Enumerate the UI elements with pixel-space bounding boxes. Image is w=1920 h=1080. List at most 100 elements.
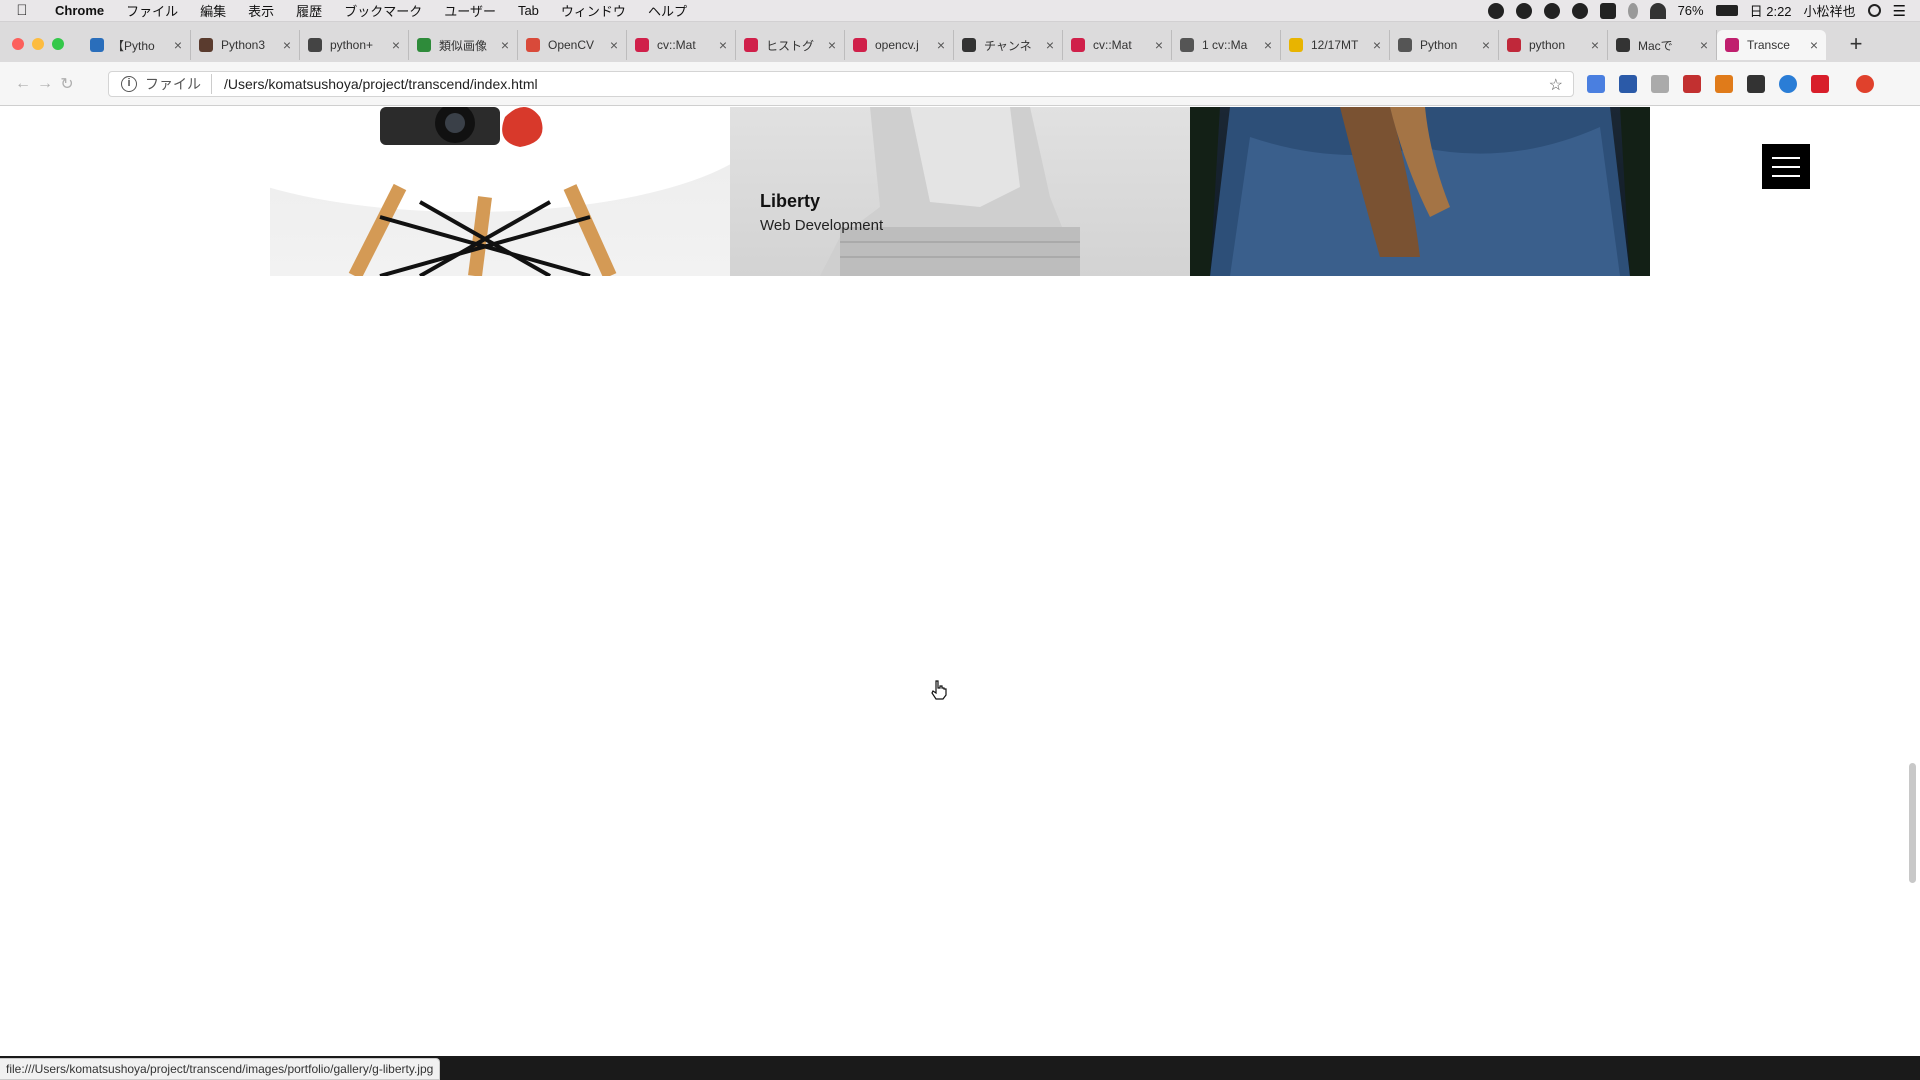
wifi-icon[interactable] (1649, 2, 1666, 19)
tab-favicon-icon (1398, 38, 1412, 52)
forward-arrow-icon[interactable]: → (34, 75, 56, 93)
browser-tab[interactable]: cv::Mat × (627, 30, 736, 60)
translate-extension-icon[interactable] (1587, 75, 1605, 93)
gallery-item-liberty[interactable]: Liberty Web Development (730, 107, 1190, 276)
reload-icon[interactable]: ↻ (56, 74, 78, 94)
new-tab-button[interactable]: + (1842, 30, 1870, 58)
profile-avatar[interactable] (1856, 75, 1874, 93)
grammarly-icon[interactable] (1515, 2, 1532, 19)
menu-history[interactable]: 履歴 (285, 1, 333, 20)
tab-close-icon[interactable]: × (1810, 37, 1818, 53)
tab-close-icon[interactable]: × (392, 37, 400, 53)
page-scrollbar[interactable] (1909, 763, 1916, 883)
tab-favicon-icon (1616, 38, 1630, 52)
tab-close-icon[interactable]: × (174, 37, 182, 53)
globe-extension-icon[interactable] (1779, 75, 1797, 93)
browser-tab[interactable]: Transce × (1717, 30, 1826, 60)
browser-tab[interactable]: 【Pytho × (82, 30, 191, 60)
hamburger-menu-button[interactable] (1762, 144, 1810, 189)
menu-app-name[interactable]: Chrome (44, 3, 115, 18)
menu-bar-line (1772, 165, 1800, 168)
tab-label: ヒストグ (766, 38, 815, 53)
menu-clock[interactable]: 日 2:22 (1750, 1, 1792, 20)
tab-close-icon[interactable]: × (283, 37, 291, 53)
browser-tab[interactable]: python+ × (300, 30, 409, 60)
apple-icon[interactable]:  (0, 2, 44, 19)
tab-label: Python (1420, 38, 1458, 52)
tab-favicon-icon (308, 38, 322, 52)
tab-label: Macで (1638, 38, 1673, 53)
gallery-item-category: Web Development (760, 217, 884, 234)
metamask-extension-icon[interactable] (1715, 75, 1733, 93)
tab-label: cv::Mat (657, 38, 696, 52)
tab-favicon-icon (526, 38, 540, 52)
menu-edit[interactable]: 編集 (189, 1, 237, 20)
notification-center-icon[interactable]: ☰ (1893, 2, 1906, 20)
tab-close-icon[interactable]: × (1700, 37, 1708, 53)
menu-view[interactable]: 表示 (237, 1, 285, 20)
menu-tab[interactable]: Tab (507, 3, 550, 18)
browser-tab[interactable]: 1 cv::Ma × (1172, 30, 1281, 60)
address-url[interactable]: /Users/komatsushoya/project/transcend/in… (224, 76, 538, 92)
menu-user-name[interactable]: 小松祥也 (1804, 1, 1856, 20)
menu-bookmarks[interactable]: ブックマーク (333, 1, 433, 20)
battery-icon[interactable] (1715, 5, 1738, 16)
browser-tab[interactable]: OpenCV × (518, 30, 627, 60)
tab-label: 【Pytho (112, 38, 155, 53)
tab-close-icon[interactable]: × (828, 37, 836, 53)
bluetooth-icon[interactable] (1627, 2, 1638, 19)
browser-tab[interactable]: チャンネ × (954, 30, 1063, 60)
tab-favicon-icon (1507, 38, 1521, 52)
tab-close-icon[interactable]: × (1591, 37, 1599, 53)
tab-close-icon[interactable]: × (1264, 37, 1272, 53)
tab-close-icon[interactable]: × (1373, 37, 1381, 53)
menu-file[interactable]: ファイル (115, 1, 189, 20)
video-extension-icon[interactable] (1811, 75, 1829, 93)
back-arrow-icon[interactable]: ← (12, 75, 34, 93)
tab-close-icon[interactable]: × (610, 37, 618, 53)
zoom-window-button[interactable] (52, 38, 64, 50)
tab-close-icon[interactable]: × (1482, 37, 1490, 53)
minimize-window-button[interactable] (32, 38, 44, 50)
spotlight-search-icon[interactable] (1867, 4, 1881, 17)
browser-tab[interactable]: 12/17MT × (1281, 30, 1390, 60)
gallery-item-denim[interactable] (1190, 107, 1650, 276)
address-bar[interactable]: i ファイル /Users/komatsushoya/project/trans… (108, 71, 1574, 97)
tab-close-icon[interactable]: × (937, 37, 945, 53)
browser-tab[interactable]: cv::Mat × (1063, 30, 1172, 60)
browser-tab[interactable]: 類似画像 × (409, 30, 518, 60)
tab-label: Python3 (221, 38, 266, 52)
tab-label: cv::Mat (1093, 38, 1132, 52)
grid-extension-icon[interactable] (1683, 75, 1701, 93)
dictionary-extension-icon[interactable] (1619, 75, 1637, 93)
tab-favicon-icon (199, 38, 213, 52)
tab-favicon-icon (635, 38, 649, 52)
menu-user[interactable]: ユーザー (433, 1, 507, 20)
info-icon[interactable]: i (121, 76, 137, 92)
screenshot-extension-icon[interactable] (1651, 75, 1669, 93)
browser-tab[interactable]: Python × (1390, 30, 1499, 60)
tab-close-icon[interactable]: × (1046, 37, 1054, 53)
browser-tab[interactable]: python × (1499, 30, 1608, 60)
tab-favicon-icon (962, 38, 976, 52)
tab-label: 1 cv::Ma (1202, 38, 1248, 52)
browser-tab[interactable]: ヒストグ × (736, 30, 845, 60)
tab-label: opencv.j (875, 38, 919, 52)
leaf-icon[interactable] (1543, 2, 1560, 19)
menu-help[interactable]: ヘルプ (637, 1, 698, 20)
menu-window[interactable]: ウィンドウ (550, 1, 637, 20)
browser-tab[interactable]: Macで × (1608, 30, 1717, 60)
battery-percent: 76% (1677, 3, 1704, 18)
creative-cloud-icon[interactable] (1571, 2, 1588, 19)
input-method-icon[interactable] (1599, 2, 1616, 19)
gallery-item-camera[interactable] (270, 107, 730, 276)
close-window-button[interactable] (12, 38, 24, 50)
tab-close-icon[interactable]: × (719, 37, 727, 53)
tab-close-icon[interactable]: × (1155, 37, 1163, 53)
record-icon[interactable] (1487, 2, 1504, 19)
browser-tab[interactable]: Python3 × (191, 30, 300, 60)
browser-tab[interactable]: opencv.j × (845, 30, 954, 60)
tab-close-icon[interactable]: × (501, 37, 509, 53)
bookmark-star-icon[interactable]: ☆ (1549, 75, 1563, 95)
selenium-extension-icon[interactable] (1747, 75, 1765, 93)
